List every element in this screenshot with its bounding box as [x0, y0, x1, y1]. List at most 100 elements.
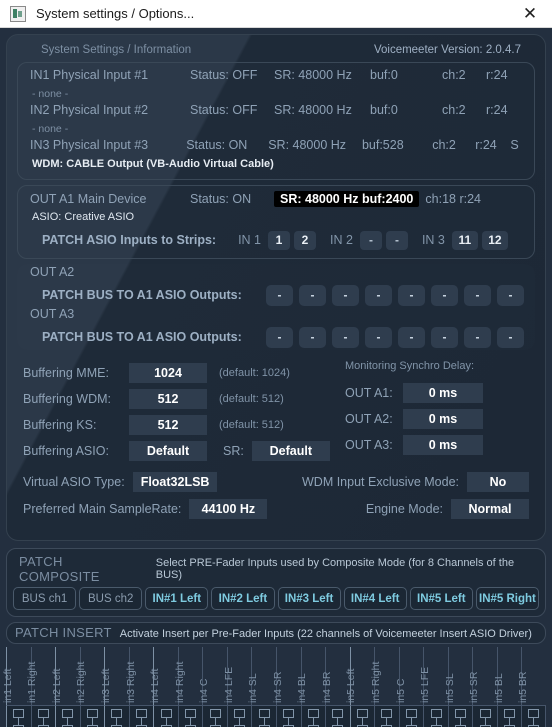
insert-toggle-cell[interactable]: [153, 705, 178, 727]
insert-toggle-cell[interactable]: [251, 705, 277, 727]
buffering-mme-field[interactable]: 1024: [129, 363, 207, 383]
composite-button-in4-left[interactable]: IN#4 Left: [343, 587, 407, 610]
out-a3-patch-button[interactable]: -: [299, 326, 326, 348]
insert-toggle-switch-icon[interactable]: [406, 709, 418, 727]
device-row-in2[interactable]: IN2 Physical Input #2 Status: OFF SR: 48…: [30, 103, 524, 123]
insert-toggle-switch-icon[interactable]: [283, 709, 295, 727]
device-row-out-a1[interactable]: OUT A1 Main Device Status: ON SR: 48000 …: [30, 191, 524, 211]
insert-toggle-cell[interactable]: [398, 705, 424, 727]
insert-column-in5-br: in5 BR: [517, 647, 547, 727]
patch-asio-button[interactable]: 2: [294, 230, 317, 250]
insert-toggle-switch-icon[interactable]: [528, 709, 540, 727]
preferred-samplerate-field[interactable]: 44100 Hz: [189, 498, 268, 519]
out-a2-patch-button[interactable]: -: [332, 284, 359, 306]
insert-toggle-switch-icon[interactable]: [234, 709, 246, 727]
composite-button-in3-left[interactable]: IN#3 Left: [277, 587, 341, 610]
panel-header: System Settings / Information Voicemeete…: [17, 41, 535, 62]
buffering-row-asio: Buffering ASIO: Default SR: Default: [23, 438, 343, 464]
insert-toggle-switch-icon[interactable]: [86, 709, 98, 727]
insert-toggle-switch-icon[interactable]: [258, 709, 270, 727]
out-a3-patch-button[interactable]: -: [497, 326, 524, 348]
out-a3-patch-button[interactable]: -: [431, 326, 458, 348]
device-samplerate: SR: 48000 Hz: [274, 103, 352, 117]
insert-toggle-switch-icon[interactable]: [332, 709, 344, 727]
insert-toggle-cell[interactable]: [349, 705, 375, 727]
insert-toggle-cell[interactable]: [104, 705, 129, 727]
out-a3-patch-button[interactable]: -: [266, 326, 293, 348]
insert-toggle-switch-icon[interactable]: [62, 709, 74, 727]
out-a2-patch-button[interactable]: -: [464, 284, 491, 306]
insert-toggle-cell[interactable]: [496, 705, 522, 727]
insert-toggle-cell[interactable]: [300, 705, 326, 727]
out-a2-patch-button[interactable]: -: [266, 284, 293, 306]
insert-toggle-switch-icon[interactable]: [381, 709, 393, 727]
patch-asio-button[interactable]: -: [385, 230, 408, 250]
insert-toggle-cell[interactable]: [128, 705, 154, 727]
virtual-asio-type-field[interactable]: Float32LSB: [132, 471, 218, 492]
composite-button-in5-left[interactable]: IN#5 Left: [409, 587, 473, 610]
insert-toggle-switch-icon[interactable]: [430, 709, 442, 727]
out-a2-patch-button[interactable]: -: [497, 284, 524, 306]
buffering-label: Buffering KS:: [23, 418, 97, 432]
insert-toggle-switch-icon[interactable]: [504, 709, 516, 727]
buffering-ks-field[interactable]: 512: [129, 415, 207, 435]
insert-toggle-cell[interactable]: [472, 705, 497, 727]
insert-toggle-switch-icon[interactable]: [455, 709, 467, 727]
insert-toggle-switch-icon[interactable]: [13, 709, 25, 727]
patch-asio-button[interactable]: 1: [268, 230, 291, 250]
monitoring-delay-a1-field[interactable]: 0 ms: [403, 383, 483, 403]
patch-asio-button[interactable]: 11: [451, 230, 478, 250]
monitoring-delay-a2-field[interactable]: 0 ms: [403, 409, 483, 429]
insert-toggle-cell[interactable]: [423, 705, 448, 727]
patch-asio-button[interactable]: -: [359, 230, 382, 250]
out-a3-patch-button[interactable]: -: [332, 326, 359, 348]
patch-asio-button[interactable]: 12: [481, 230, 508, 250]
insert-toggle-switch-icon[interactable]: [307, 709, 319, 727]
insert-toggle-switch-icon[interactable]: [111, 709, 123, 727]
monitoring-row-a3: OUT A3: 0 ms: [345, 432, 529, 458]
insert-channel-label-text: in4 Left: [149, 668, 162, 703]
insert-toggle-cell[interactable]: [226, 705, 252, 727]
insert-toggle-cell[interactable]: [177, 705, 203, 727]
insert-toggle-switch-icon[interactable]: [136, 709, 147, 727]
asio-sr-field[interactable]: Default: [251, 441, 330, 461]
engine-mode-field[interactable]: Normal: [451, 498, 529, 519]
composite-button-in2-left[interactable]: IN#2 Left: [211, 587, 275, 610]
insert-toggle-cell[interactable]: [55, 705, 80, 727]
insert-toggle-cell[interactable]: [521, 705, 547, 727]
device-row-in3[interactable]: IN3 Physical Input #3 Status: ON SR: 480…: [30, 138, 524, 158]
composite-button-in1-left[interactable]: IN#1 Left: [145, 587, 209, 610]
insert-toggle-switch-icon[interactable]: [479, 709, 491, 727]
insert-toggle-cell[interactable]: [276, 705, 301, 727]
buffering-asio-field[interactable]: Default: [129, 441, 207, 461]
insert-toggle-cell[interactable]: [374, 705, 399, 727]
insert-toggle-cell[interactable]: [6, 705, 31, 727]
insert-toggle-cell[interactable]: [325, 705, 350, 727]
patch-composite-panel: PATCH COMPOSITE Select PRE-Fader Inputs …: [6, 548, 546, 617]
out-a3-patch-button[interactable]: -: [365, 326, 392, 348]
close-icon[interactable]: ✕: [508, 0, 552, 27]
out-a2-patch-button[interactable]: -: [299, 284, 326, 306]
patch-insert-subtitle: Activate Insert per Pre-Fader Inputs (22…: [119, 628, 532, 640]
buffering-wdm-field[interactable]: 512: [129, 389, 207, 409]
insert-toggle-cell[interactable]: [30, 705, 56, 727]
insert-toggle-switch-icon[interactable]: [185, 709, 197, 727]
insert-toggle-switch-icon[interactable]: [37, 709, 49, 727]
insert-toggle-switch-icon[interactable]: [160, 709, 172, 727]
insert-toggle-switch-icon[interactable]: [209, 709, 221, 727]
device-row-in1[interactable]: IN1 Physical Input #1 Status: OFF SR: 48…: [30, 68, 524, 88]
composite-button-bus-ch2[interactable]: BUS ch2: [79, 587, 143, 610]
out-a2-patch-button[interactable]: -: [431, 284, 458, 306]
wdm-exclusive-field[interactable]: No: [467, 471, 529, 492]
insert-toggle-cell[interactable]: [202, 705, 227, 727]
composite-button-bus-ch1[interactable]: BUS ch1: [13, 587, 77, 610]
insert-toggle-switch-icon[interactable]: [356, 709, 368, 727]
insert-toggle-cell[interactable]: [79, 705, 105, 727]
monitoring-delay-a3-field[interactable]: 0 ms: [403, 435, 483, 455]
composite-button-in5-right[interactable]: IN#5 Right: [475, 587, 539, 610]
out-a2-patch-button[interactable]: -: [365, 284, 392, 306]
out-a2-patch-button[interactable]: -: [398, 284, 425, 306]
insert-toggle-cell[interactable]: [447, 705, 473, 727]
out-a3-patch-button[interactable]: -: [398, 326, 425, 348]
out-a3-patch-button[interactable]: -: [464, 326, 491, 348]
